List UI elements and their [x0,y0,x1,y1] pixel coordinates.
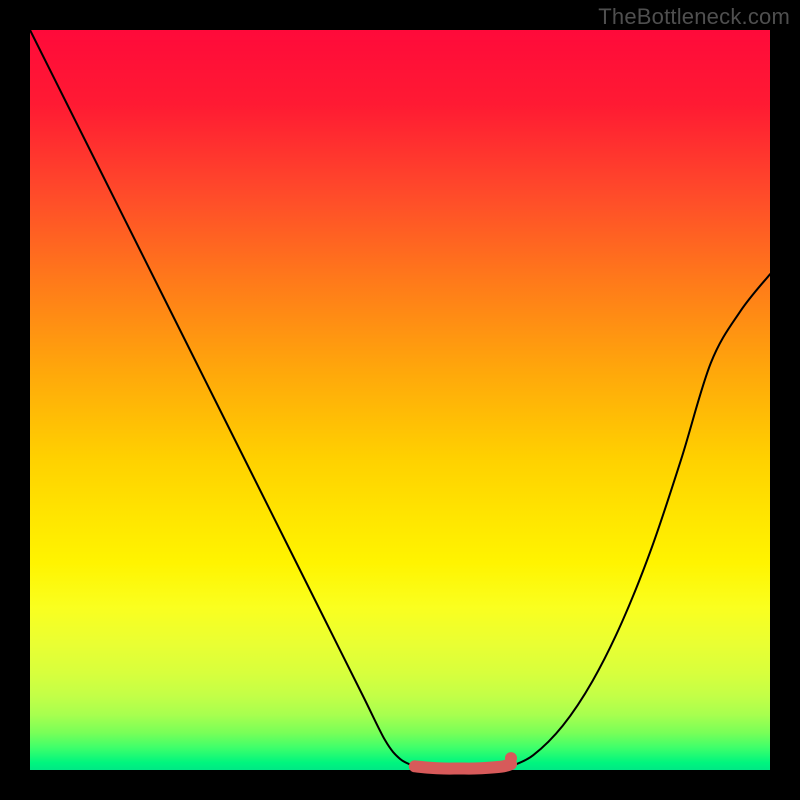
watermark-text: TheBottleneck.com [598,4,790,30]
plot-background [30,30,770,770]
chart-frame: TheBottleneck.com [0,0,800,800]
